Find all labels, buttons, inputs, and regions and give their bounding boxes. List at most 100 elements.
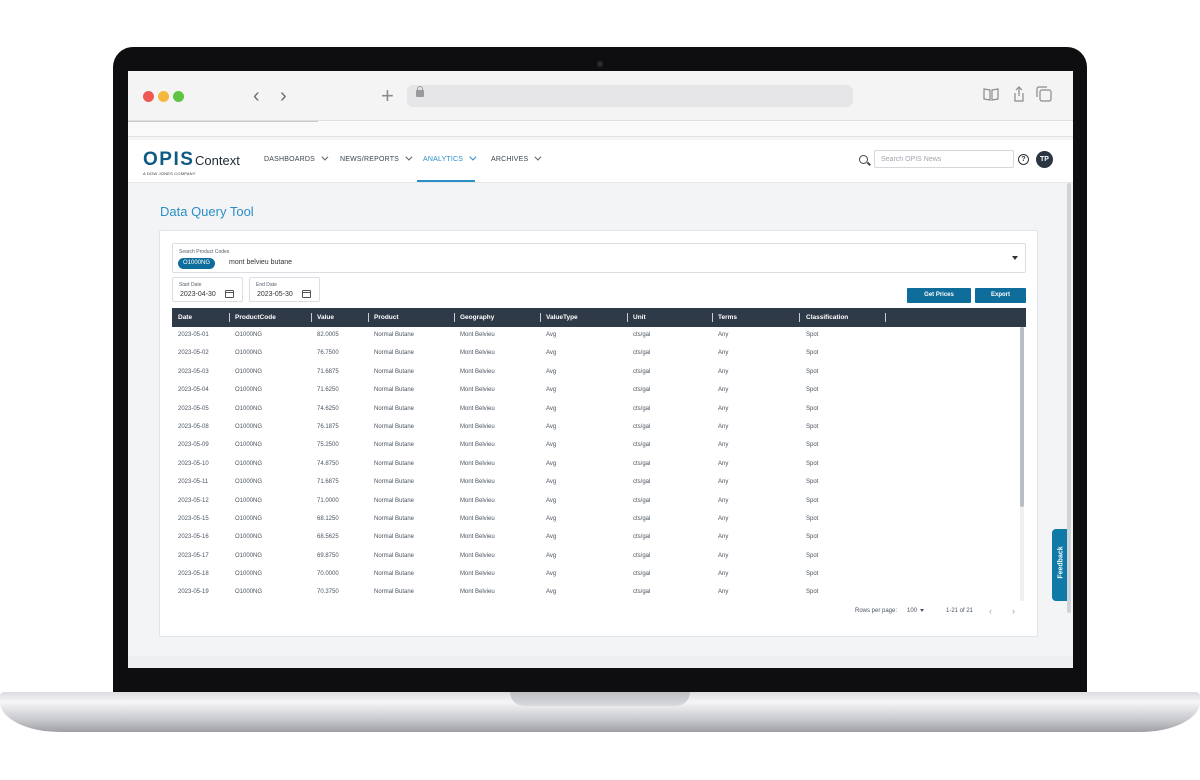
nav-archives[interactable]: ARCHIVES (491, 153, 542, 163)
table-cell: O1000NG (235, 350, 263, 357)
table-cell: Spot (806, 387, 819, 394)
calendar-icon[interactable] (302, 290, 311, 298)
column-separator[interactable] (627, 313, 628, 322)
table-row[interactable]: 2023-05-09 O1000NG 75.2500 Normal Butane Mon… (172, 437, 1026, 455)
table-row[interactable]: 2023-05-18 O1000NG 70.0000 Normal Butane Mon… (172, 566, 1026, 584)
table-row[interactable]: 2023-05-04 O1000NG 71.6250 Normal Butane Mon… (172, 382, 1026, 400)
rows-per-page-select[interactable]: 100 (907, 608, 925, 614)
chevron-down-icon (469, 153, 477, 161)
close-window-icon[interactable] (143, 91, 154, 102)
table-cell: Avg (546, 589, 557, 596)
share-icon[interactable] (1011, 86, 1027, 102)
table-cell: cts/gal (633, 442, 651, 449)
back-arrow-icon[interactable]: ‹ (253, 84, 260, 108)
table-cell: Mont Belvieu (460, 460, 495, 467)
dropdown-arrow-icon[interactable] (1012, 256, 1018, 260)
column-header[interactable]: ValueType (546, 314, 578, 321)
page-footer-strip (128, 656, 1073, 668)
pagination-range: 1-21 of 21 (946, 608, 974, 614)
caret-down-icon (920, 608, 925, 612)
table-cell: Any (718, 387, 729, 394)
reader-book-icon[interactable] (983, 86, 999, 102)
table-cell: Any (718, 515, 729, 522)
table-row[interactable]: 2023-05-05 O1000NG 74.6250 Normal Butane Mon… (172, 401, 1026, 419)
table-scrollbar-thumb[interactable] (1020, 327, 1024, 507)
column-separator[interactable] (229, 313, 230, 322)
column-separator[interactable] (368, 313, 369, 322)
page-title: Data Query Tool (160, 204, 254, 219)
minimize-window-icon[interactable] (158, 91, 169, 102)
column-header[interactable]: ProductCode (235, 314, 276, 321)
column-header[interactable]: Terms (718, 314, 737, 321)
laptop-notch (510, 692, 690, 706)
table-row[interactable]: 2023-05-02 O1000NG 76.7500 Normal Butane Mon… (172, 345, 1026, 363)
table-cell: 74.6250 (317, 405, 339, 412)
nav-news-reports[interactable]: NEWS/REPORTS (340, 153, 413, 163)
table-cell: 75.2500 (317, 442, 339, 449)
table-row[interactable]: 2023-05-11 O1000NG 71.6875 Normal Butane Mon… (172, 474, 1026, 492)
column-header[interactable]: Classification (806, 314, 848, 321)
column-header[interactable]: Geography (460, 314, 494, 321)
forward-arrow-icon[interactable]: › (280, 84, 287, 108)
product-code-chip[interactable]: O1000NG (178, 258, 216, 269)
column-separator[interactable] (885, 313, 886, 322)
column-header[interactable]: Product (374, 314, 399, 321)
end-date-field[interactable]: End Date 2023-05-30 (249, 277, 320, 302)
table-row[interactable]: 2023-05-10 O1000NG 74.8750 Normal Butane Mon… (172, 456, 1026, 474)
start-date-field[interactable]: Start Date 2023-04-30 (172, 277, 243, 302)
table-cell: O1000NG (235, 571, 263, 578)
address-bar[interactable] (407, 85, 853, 107)
start-date-value[interactable]: 2023-04-30 (180, 291, 216, 298)
get-prices-button[interactable]: Get Prices (907, 288, 971, 303)
table-cell: Avg (546, 552, 557, 559)
end-date-value[interactable]: 2023-05-30 (257, 291, 293, 298)
table-cell: O1000NG (235, 534, 263, 541)
table-cell: Avg (546, 387, 557, 394)
product-code-label: Search Product Codes (179, 249, 230, 255)
table-cell: Any (718, 368, 729, 375)
export-button[interactable]: Export (975, 288, 1026, 303)
column-header[interactable]: Unit (633, 314, 646, 321)
nav-dashboards[interactable]: DASHBOARDS (264, 153, 329, 163)
table-row[interactable]: 2023-05-17 O1000NG 69.8750 Normal Butane Mon… (172, 548, 1026, 566)
next-page-icon[interactable]: › (1012, 606, 1015, 616)
table-row[interactable]: 2023-05-03 O1000NG 71.6875 Normal Butane Mon… (172, 364, 1026, 382)
column-header[interactable]: Date (178, 314, 192, 321)
maximize-window-icon[interactable] (173, 91, 184, 102)
table-cell: Any (718, 332, 729, 338)
new-tab-plus-icon[interactable]: + (381, 84, 394, 108)
help-icon[interactable]: ? (1018, 154, 1029, 165)
table-cell: 2023-05-17 (178, 552, 209, 559)
table-cell: Mont Belvieu (460, 387, 495, 394)
table-cell: 82.0005 (317, 332, 339, 338)
table-row[interactable]: 2023-05-01 O1000NG 82.0005 Normal Butane Mon… (172, 327, 1026, 345)
table-cell: O1000NG (235, 515, 263, 522)
column-separator[interactable] (540, 313, 541, 322)
table-row[interactable]: 2023-05-15 O1000NG 68.1250 Normal Butane Mon… (172, 511, 1026, 529)
table-row[interactable]: 2023-05-12 O1000NG 71.0000 Normal Butane Mon… (172, 493, 1026, 511)
chevron-down-icon (534, 153, 542, 161)
news-search-input[interactable] (874, 150, 1014, 168)
table-row[interactable]: 2023-05-19 O1000NG 70.3750 Normal Butane Mon… (172, 584, 1026, 601)
table-cell: Spot (806, 552, 819, 559)
page-scrollbar[interactable] (1067, 183, 1071, 613)
table-cell: O1000NG (235, 332, 263, 338)
column-header[interactable]: Value (317, 314, 334, 321)
user-avatar[interactable]: TP (1036, 151, 1053, 168)
nav-analytics[interactable]: ANALYTICS (423, 153, 477, 163)
product-code-select[interactable]: Search Product Codes O1000NG mont belvie… (172, 243, 1026, 273)
calendar-icon[interactable] (225, 290, 234, 298)
column-separator[interactable] (454, 313, 455, 322)
table-cell: 68.1250 (317, 515, 339, 522)
column-separator[interactable] (799, 313, 800, 322)
opis-logo[interactable]: OPIS (143, 149, 194, 171)
prev-page-icon[interactable]: ‹ (989, 606, 992, 616)
table-row[interactable]: 2023-05-16 O1000NG 68.5625 Normal Butane Mon… (172, 529, 1026, 547)
table-cell: Normal Butane (374, 387, 415, 394)
search-icon[interactable] (859, 155, 868, 164)
table-row[interactable]: 2023-05-08 O1000NG 76.1875 Normal Butane Mon… (172, 419, 1026, 437)
column-separator[interactable] (712, 313, 713, 322)
tabs-overview-icon[interactable] (1036, 86, 1052, 102)
table-cell: Normal Butane (374, 405, 415, 412)
column-separator[interactable] (311, 313, 312, 322)
